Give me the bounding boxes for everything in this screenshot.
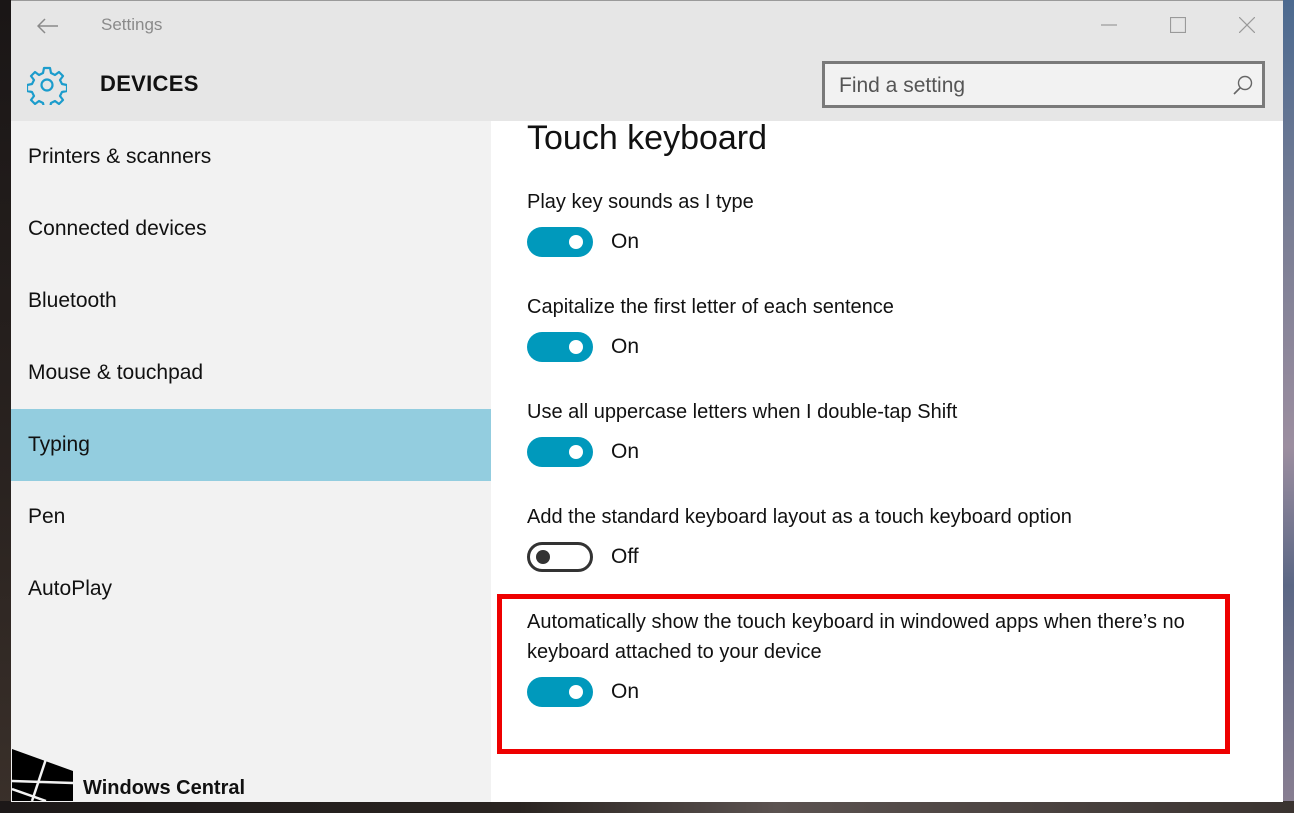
toggle-state: Off xyxy=(611,545,639,568)
desktop-background-bottom xyxy=(0,801,1294,813)
window-header: Settings DEVICES xyxy=(11,1,1283,121)
setting-label: Automatically show the touch keyboard in… xyxy=(527,611,1185,663)
search-box[interactable] xyxy=(822,61,1265,108)
sidebar-item-label: AutoPlay xyxy=(28,577,113,600)
sidebar-item-mouse-touchpad[interactable]: Mouse & touchpad xyxy=(11,337,491,409)
minimize-button[interactable] xyxy=(1094,11,1124,39)
standard-layout-toggle[interactable] xyxy=(527,542,593,572)
app-title: Settings xyxy=(101,15,163,34)
sidebar-item-label: Typing xyxy=(28,433,90,456)
setting-label: Add the standard keyboard layout as a to… xyxy=(527,506,1072,528)
sidebar-item-bluetooth[interactable]: Bluetooth xyxy=(11,265,491,337)
search-icon[interactable] xyxy=(1232,74,1254,96)
key-sounds-toggle[interactable] xyxy=(527,227,593,257)
setting-standard-layout: Add the standard keyboard layout as a to… xyxy=(527,502,1227,572)
section-title: DEVICES xyxy=(100,71,199,96)
maximize-button[interactable] xyxy=(1163,11,1193,39)
sidebar-item-autoplay[interactable]: AutoPlay xyxy=(11,553,491,625)
watermark-text: Windows Central xyxy=(83,777,246,799)
setting-key-sounds: Play key sounds as I type On xyxy=(527,187,1227,257)
sidebar-item-connected-devices[interactable]: Connected devices xyxy=(11,193,491,265)
sidebar-item-label: Bluetooth xyxy=(28,289,117,312)
page-title: Touch keyboard xyxy=(527,119,768,157)
close-button[interactable] xyxy=(1232,11,1262,39)
setting-uppercase: Use all uppercase letters when I double-… xyxy=(527,397,1227,467)
sidebar-item-pen[interactable]: Pen xyxy=(11,481,491,553)
setting-label: Use all uppercase letters when I double-… xyxy=(527,401,958,423)
setting-label: Capitalize the first letter of each sent… xyxy=(527,296,894,318)
settings-window: Settings DEVICES Printers & scanners Con… xyxy=(11,0,1283,802)
setting-label: Play key sounds as I type xyxy=(527,191,754,213)
windows-central-logo-icon xyxy=(12,749,73,801)
maximize-icon xyxy=(1170,17,1186,33)
sidebar-item-typing[interactable]: Typing xyxy=(11,409,491,481)
sidebar-item-printers-scanners[interactable]: Printers & scanners xyxy=(11,121,491,193)
sidebar: Printers & scanners Connected devices Bl… xyxy=(11,121,491,802)
gear-icon xyxy=(27,66,67,105)
uppercase-toggle[interactable] xyxy=(527,437,593,467)
content-pane: Touch keyboard Play key sounds as I type… xyxy=(491,119,1283,802)
sidebar-item-label: Printers & scanners xyxy=(28,145,212,168)
back-button[interactable] xyxy=(33,13,63,39)
sidebar-item-label: Pen xyxy=(28,505,66,528)
toggle-state: On xyxy=(611,335,640,358)
setting-auto-show-keyboard: Automatically show the touch keyboard in… xyxy=(527,607,1187,707)
capitalize-toggle[interactable] xyxy=(527,332,593,362)
watermark: Windows Central xyxy=(11,747,271,801)
desktop-background-right xyxy=(1283,0,1294,813)
back-arrow-icon xyxy=(37,18,58,34)
sidebar-item-label: Connected devices xyxy=(28,217,207,240)
sidebar-item-label: Mouse & touchpad xyxy=(28,361,204,384)
search-input[interactable] xyxy=(825,64,1221,107)
auto-show-keyboard-toggle[interactable] xyxy=(527,677,593,707)
setting-capitalize: Capitalize the first letter of each sent… xyxy=(527,292,1227,362)
toggle-state: On xyxy=(611,440,640,463)
close-icon xyxy=(1239,17,1255,33)
toggle-state: On xyxy=(611,230,640,253)
toggle-state: On xyxy=(611,680,640,703)
minimize-icon xyxy=(1101,24,1117,26)
